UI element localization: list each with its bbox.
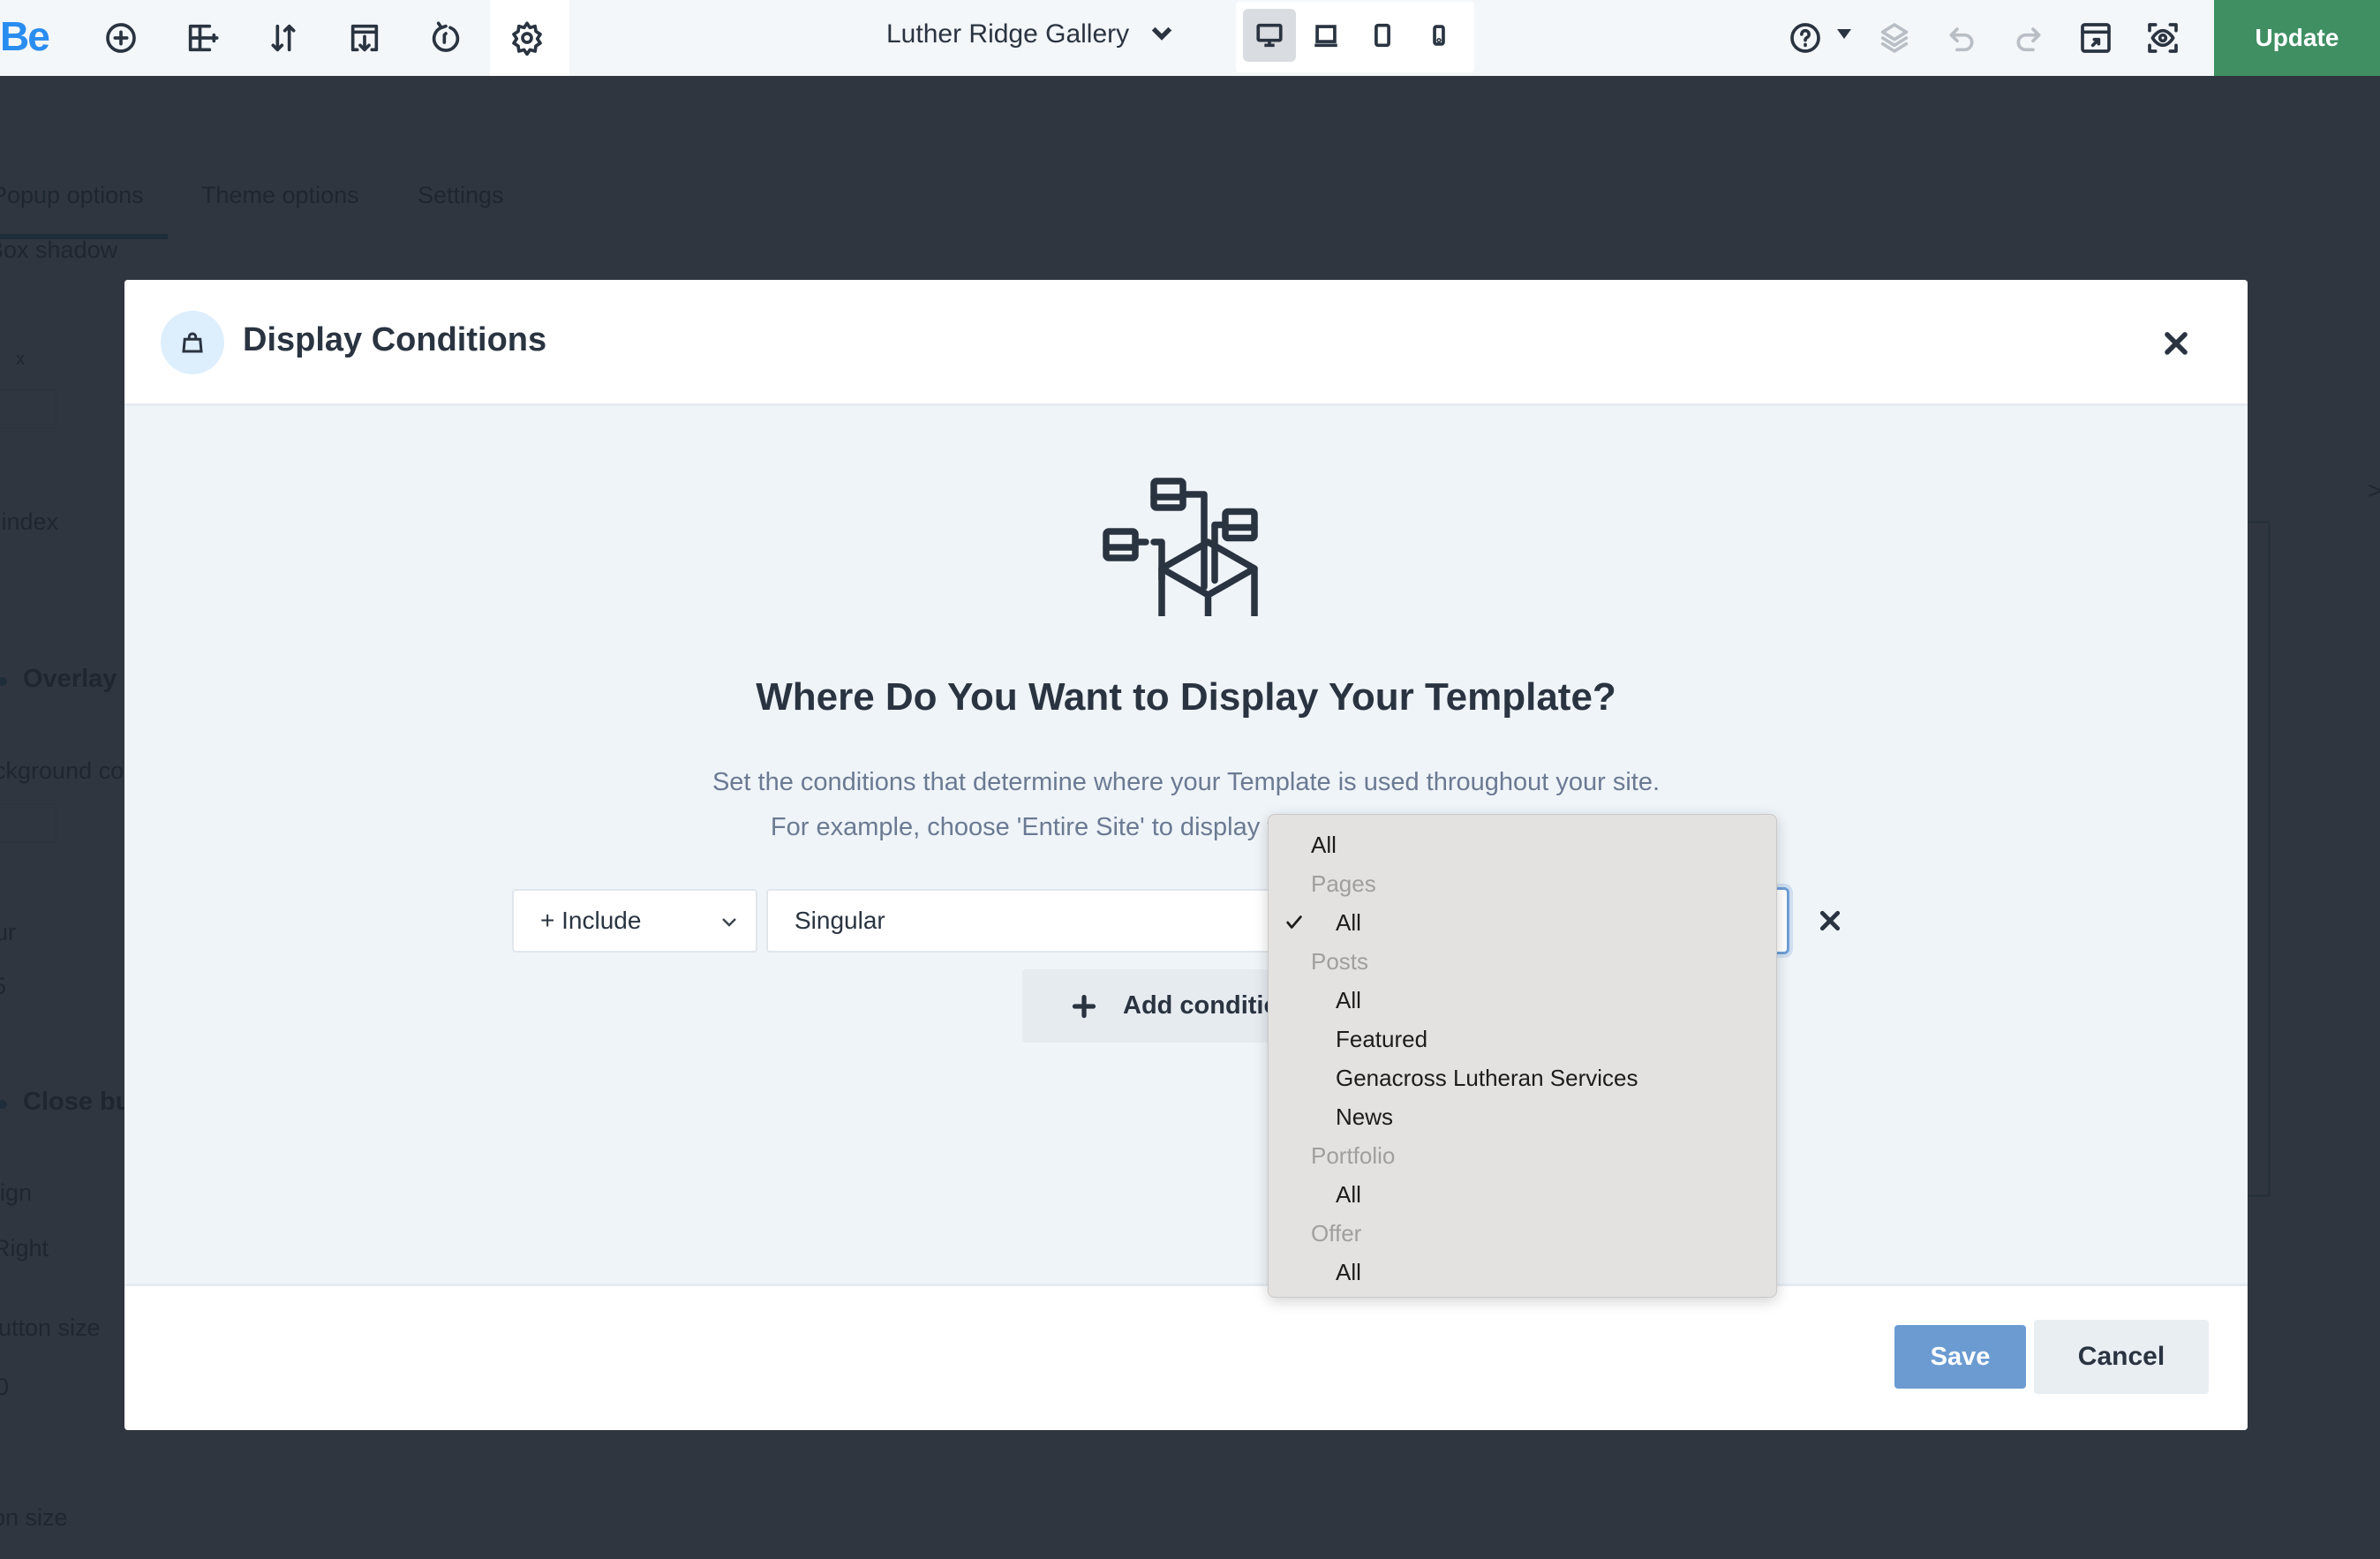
modal-body: Where Do You Want to Display Your Templa…: [124, 406, 2248, 1284]
modal-footer: Save Cancel: [124, 1284, 2248, 1430]
cancel-button[interactable]: Cancel: [2034, 1320, 2209, 1394]
add-element-icon[interactable]: [99, 16, 143, 60]
help-menu-caret-icon[interactable]: [1837, 29, 1851, 39]
z-index-label: Z-index: [0, 508, 59, 535]
device-tablet-button[interactable]: [1356, 9, 1409, 62]
close-button-toggle-dot[interactable]: [0, 1100, 7, 1109]
canvas-frame: [2248, 521, 2271, 1197]
modal-description-line2: For example, choose 'Entire Site' to dis…: [770, 813, 1602, 841]
site-switcher-chevron-icon[interactable]: [1148, 19, 1183, 55]
condition-type-value: + Include: [540, 907, 642, 934]
eye-preview-icon[interactable]: [2141, 16, 2185, 60]
condition-scope-value: Singular: [795, 907, 885, 934]
x-label: x: [16, 350, 25, 369]
dropdown-option[interactable]: All: [1269, 1175, 1776, 1214]
modal-title: Display Conditions: [243, 321, 547, 358]
dropdown-option[interactable]: News: [1269, 1097, 1776, 1136]
dropdown-item-label: Genacross Lutheran Services: [1336, 1065, 1638, 1091]
device-laptop-button[interactable]: [1299, 9, 1352, 62]
dropdown-item-label: All: [1311, 832, 1337, 858]
overlay-heading[interactable]: Overlay: [23, 665, 117, 694]
dropdown-option[interactable]: All: [1269, 1253, 1776, 1292]
dropdown-item-label: Offer: [1311, 1220, 1362, 1246]
history-icon[interactable]: [424, 16, 468, 60]
help-icon[interactable]: [1783, 16, 1827, 60]
dropdown-item-label: Portfolio: [1311, 1142, 1396, 1169]
shopping-bag-icon: [182, 332, 203, 353]
align-label: Align: [0, 1179, 33, 1206]
preview-window-icon[interactable]: [2074, 16, 2118, 60]
close-icon: [2165, 332, 2188, 355]
dropdown-option[interactable]: All: [1269, 981, 1776, 1020]
laptop-icon: [1314, 25, 1337, 48]
dropdown-group-label: Portfolio: [1269, 1136, 1776, 1175]
mobile-icon: [1433, 25, 1445, 46]
dropdown-group-label: Posts: [1269, 942, 1776, 981]
button-size-value[interactable]: 30: [0, 1374, 9, 1401]
condition-sub-dropdown-list: All Pages All Posts All Featured Genacross Lut…: [1268, 814, 1777, 1298]
conditions-illustration-icon: [1101, 471, 1260, 649]
redo-icon[interactable]: [2007, 16, 2051, 60]
desktop-icon: [1256, 23, 1283, 48]
site-title[interactable]: Luther Ridge Gallery: [886, 19, 1129, 49]
plus-icon: [1072, 994, 1096, 1019]
top-toolbar: Be Luther Ridge Gallery Update: [0, 0, 2380, 76]
layers-icon[interactable]: [1872, 16, 1917, 60]
button-size-label: Button size: [0, 1314, 101, 1341]
update-button[interactable]: Update: [2214, 0, 2380, 76]
dropdown-item-label: Featured: [1336, 1026, 1428, 1052]
overlay-toggle-dot[interactable]: [0, 677, 7, 686]
device-mobile-button[interactable]: [1412, 9, 1465, 62]
dropdown-item-label: News: [1336, 1103, 1394, 1130]
save-button[interactable]: Save: [1894, 1325, 2026, 1389]
dropdown-option[interactable]: Featured: [1269, 1020, 1776, 1058]
dropdown-option[interactable]: All: [1269, 825, 1776, 864]
dropdown-option[interactable]: Genacross Lutheran Services: [1269, 1058, 1776, 1097]
dropdown-group-label: Pages: [1269, 864, 1776, 903]
dropdown-option[interactable]: All: [1269, 903, 1776, 942]
app-logo[interactable]: Be: [0, 12, 50, 60]
remove-condition-button[interactable]: [1811, 901, 1849, 940]
settings-gear-icon[interactable]: [505, 16, 549, 60]
template-download-icon[interactable]: [343, 16, 387, 60]
condition-type-select[interactable]: + Include: [512, 889, 757, 953]
close-icon: [1819, 910, 1841, 931]
device-desktop-button[interactable]: [1243, 9, 1296, 62]
modal-heading: Where Do You Want to Display Your Templa…: [756, 675, 1616, 719]
blur-value[interactable]: 5: [0, 973, 6, 1000]
modal-header: Display Conditions: [124, 280, 2248, 406]
blur-label: Blur: [0, 919, 17, 945]
close-modal-button[interactable]: [2157, 324, 2195, 363]
box-shadow-label: Box shadow: [0, 237, 118, 263]
checkmark-icon: [1284, 903, 1307, 942]
tab-theme-options[interactable]: Theme options: [201, 182, 359, 209]
dropdown-item-label: All: [1336, 1259, 1361, 1285]
tab-settings[interactable]: Settings: [418, 182, 504, 209]
dropdown-item-label: Pages: [1311, 870, 1376, 897]
display-conditions-modal: Display Conditions Where Do You Want to …: [124, 280, 2248, 1430]
condition-row: + Include Singular: [124, 887, 2248, 954]
header-badge: [161, 311, 224, 374]
align-value[interactable]: Right: [0, 1235, 49, 1262]
tablet-icon: [1375, 23, 1390, 48]
tab-popup-options[interactable]: Popup options: [0, 182, 144, 209]
dropdown-item-label: All: [1336, 1181, 1361, 1208]
dropdown-item-label: All: [1336, 909, 1361, 936]
dropdown-item-label: All: [1336, 987, 1361, 1013]
dropdown-group-label: Offer: [1269, 1214, 1776, 1253]
modal-description-line1: Set the conditions that determine where …: [712, 768, 1661, 796]
sort-icon[interactable]: [261, 16, 305, 60]
device-switcher: [1236, 2, 1474, 72]
add-section-icon[interactable]: [180, 16, 224, 60]
chevron-down-icon: [719, 910, 740, 931]
overlay-color-field[interactable]: [0, 803, 56, 843]
undo-icon[interactable]: [1939, 16, 1984, 60]
shadow-color-field[interactable]: [0, 389, 56, 429]
panel-expand-arrow-icon[interactable]: >: [2368, 477, 2380, 505]
icon-size-label: Icon size: [0, 1504, 68, 1531]
dropdown-item-label: Posts: [1311, 948, 1369, 975]
